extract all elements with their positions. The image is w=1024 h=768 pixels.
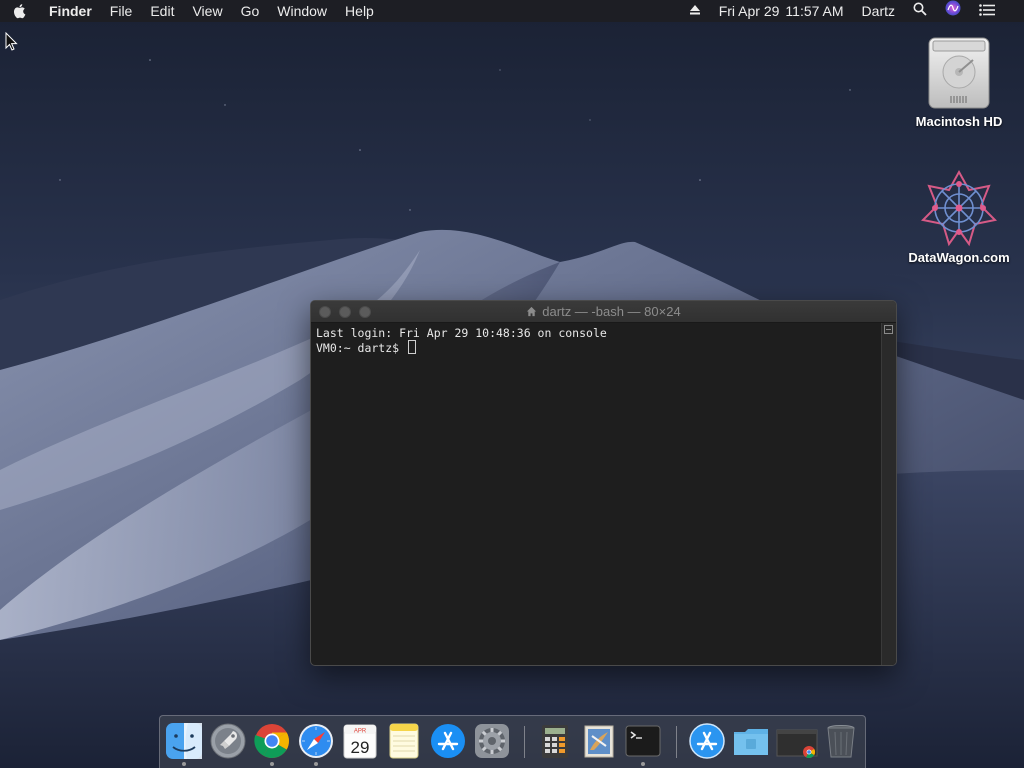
- running-indicator: [314, 762, 318, 766]
- desktop-icon-datawagon[interactable]: DataWagon.com: [904, 168, 1014, 265]
- menu-window[interactable]: Window: [268, 0, 336, 22]
- terminal-prompt: VM0:~ dartz$: [316, 341, 407, 355]
- menu-file[interactable]: File: [101, 0, 142, 22]
- terminal-scrollbar[interactable]: [881, 323, 896, 665]
- menu-bar: Finder File Edit View Go Window Help Fri…: [0, 0, 1024, 22]
- dock-item-trash[interactable]: [822, 722, 860, 760]
- text-cursor: [408, 340, 417, 354]
- terminal-title-container: dartz — -bash — 80×24: [311, 301, 896, 323]
- terminal-content[interactable]: Last login: Fri Apr 29 10:48:36 on conso…: [311, 323, 882, 665]
- trash-icon: [827, 725, 855, 758]
- dock: APR 29: [159, 715, 866, 768]
- calculator-icon: [542, 725, 568, 758]
- dock-item-safari[interactable]: [297, 722, 335, 766]
- menu-help[interactable]: Help: [336, 0, 383, 22]
- mouse-pointer-icon: [5, 32, 18, 51]
- dock-item-documents[interactable]: [732, 722, 770, 760]
- chrome-window-icon: [776, 729, 818, 759]
- siri-icon[interactable]: [936, 0, 970, 22]
- dock-item-mail[interactable]: [580, 722, 618, 760]
- terminal-title: dartz — -bash — 80×24: [542, 304, 681, 319]
- dock-item-launchpad[interactable]: [209, 722, 247, 760]
- close-button[interactable]: [319, 305, 331, 318]
- menu-date[interactable]: Fri Apr 29: [710, 0, 783, 22]
- chrome-icon: [254, 724, 289, 758]
- running-indicator: [270, 762, 274, 766]
- dock-item-calculator[interactable]: [536, 722, 574, 760]
- calendar-icon: APR 29: [343, 724, 377, 759]
- app-store-icon: [431, 724, 465, 758]
- documents-folder-icon: [734, 729, 768, 755]
- dock-item-chrome-window[interactable]: [776, 722, 818, 760]
- split-pane-icon[interactable]: [884, 325, 893, 334]
- dock-item-finder[interactable]: [165, 722, 203, 766]
- dock-item-notes[interactable]: [385, 722, 423, 760]
- terminal-window[interactable]: dartz — -bash — 80×24 Last login: Fri Ap…: [310, 300, 897, 666]
- launchpad-icon: [210, 723, 246, 759]
- running-indicator: [182, 762, 186, 766]
- dock-item-calendar[interactable]: APR 29: [341, 722, 379, 760]
- safari-icon: [299, 724, 333, 758]
- system-preferences-icon: [475, 724, 509, 758]
- eject-icon[interactable]: [680, 0, 710, 22]
- applications-folder-icon: [689, 723, 725, 759]
- zoom-button[interactable]: [359, 305, 371, 318]
- terminal-line: Last login: Fri Apr 29 10:48:36 on conso…: [316, 326, 607, 340]
- calendar-day: 29: [351, 738, 370, 757]
- desktop-icon-label: DataWagon.com: [908, 250, 1010, 265]
- dock-separator: [524, 726, 525, 758]
- menu-view[interactable]: View: [183, 0, 231, 22]
- desktop-icon-macintosh-hd[interactable]: Macintosh HD: [904, 32, 1014, 129]
- dock-item-terminal[interactable]: [624, 722, 662, 766]
- notification-center-icon[interactable]: [970, 0, 1004, 22]
- running-indicator: [641, 762, 645, 766]
- menu-user[interactable]: Dartz: [853, 0, 904, 22]
- notes-icon: [389, 723, 419, 759]
- terminal-titlebar[interactable]: dartz — -bash — 80×24: [311, 301, 896, 323]
- dock-item-applications[interactable]: [688, 722, 726, 760]
- dock-item-system-preferences[interactable]: [473, 722, 511, 760]
- menu-time[interactable]: 11:57 AM: [782, 0, 852, 22]
- calendar-month: APR: [354, 729, 367, 735]
- menu-app-name[interactable]: Finder: [40, 0, 101, 22]
- menu-edit[interactable]: Edit: [141, 0, 183, 22]
- menu-go[interactable]: Go: [232, 0, 269, 22]
- mail-icon: [584, 725, 614, 758]
- minimize-button[interactable]: [339, 305, 351, 318]
- hard-drive-icon: [919, 32, 999, 112]
- dock-item-chrome[interactable]: [253, 722, 291, 766]
- apple-icon[interactable]: [0, 3, 40, 19]
- terminal-prompt-line: VM0:~ dartz$: [316, 340, 877, 355]
- terminal-icon: [625, 725, 661, 757]
- desktop: Finder File Edit View Go Window Help Fri…: [0, 0, 1024, 768]
- desktop-icon-label: Macintosh HD: [915, 114, 1003, 129]
- dock-separator: [676, 726, 677, 758]
- dock-item-app-store[interactable]: [429, 722, 467, 760]
- finder-icon: [166, 723, 202, 759]
- home-folder-icon: [526, 302, 537, 323]
- datawagon-logo-icon: [919, 168, 999, 248]
- spotlight-search-icon[interactable]: [904, 0, 936, 22]
